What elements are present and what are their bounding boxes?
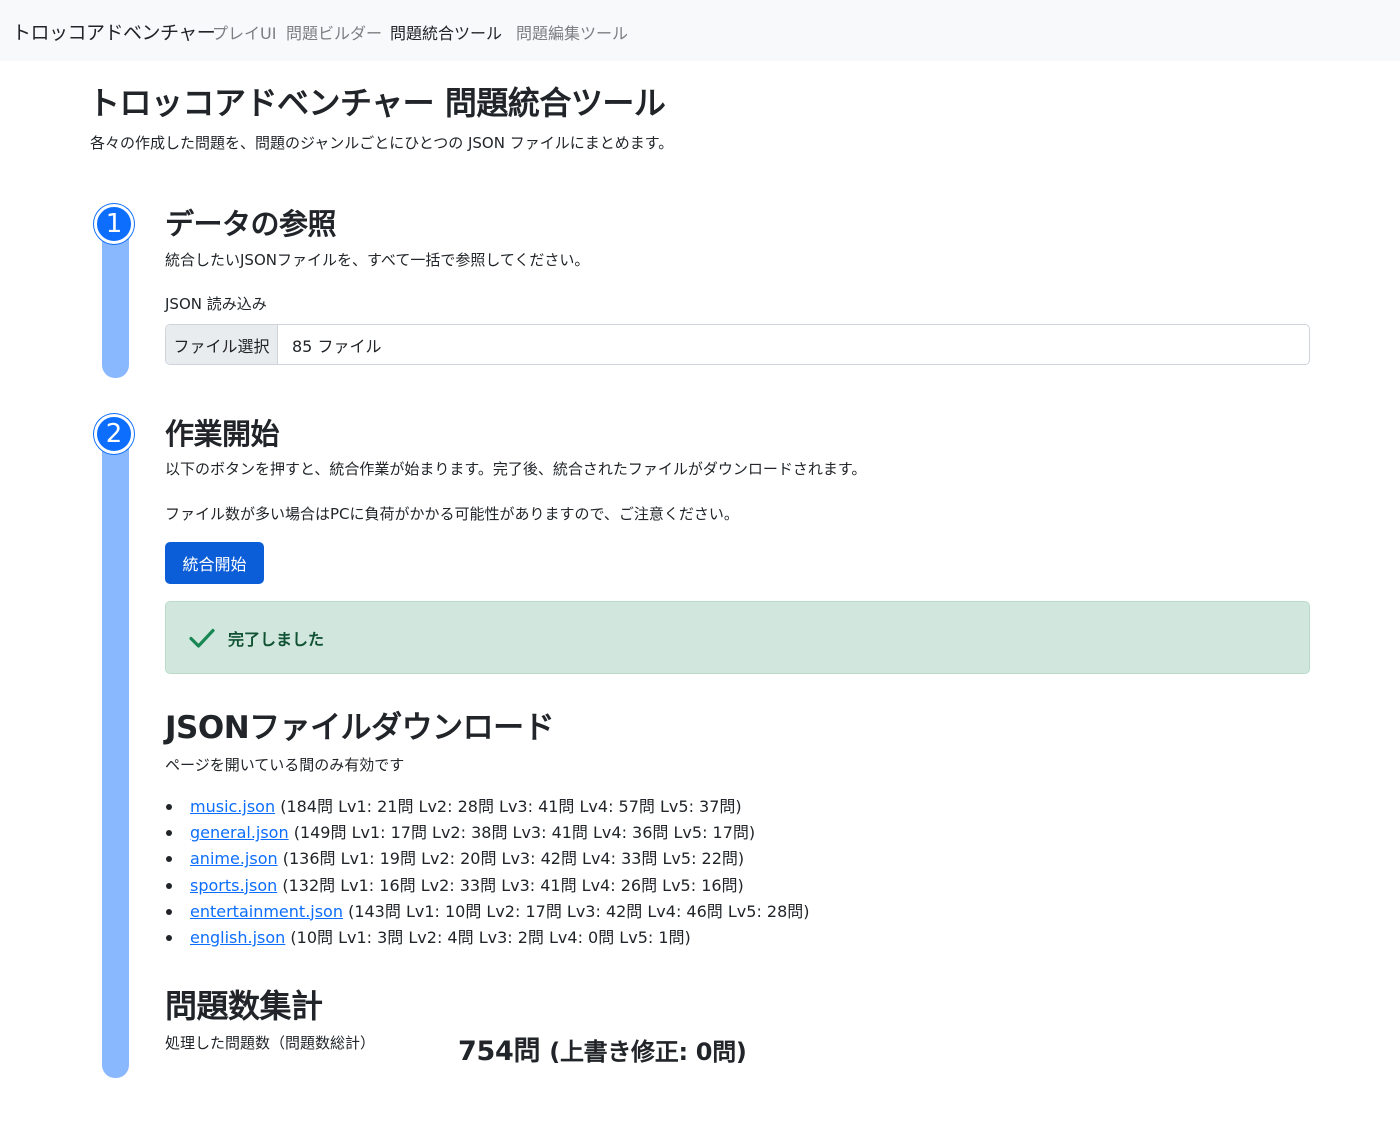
summary-label: 処理した問題数（問題数総計） <box>165 1034 376 1052</box>
success-alert-text: 完了しました <box>228 629 325 649</box>
download-title: JSONファイルダウンロード <box>165 710 555 746</box>
nav-link-merge-tool[interactable]: 問題統合ツール <box>390 20 502 44</box>
step2-title: 作業開始 <box>165 417 280 451</box>
file-detail: (132問 Lv1: 16問 Lv2: 33問 Lv3: 41問 Lv4: 26… <box>277 875 744 895</box>
list-item: general.json (149問 Lv1: 17問 Lv2: 38問 Lv3… <box>165 820 810 846</box>
download-list: music.json (184問 Lv1: 21問 Lv2: 28問 Lv3: … <box>165 794 810 951</box>
file-detail: (136問 Lv1: 19問 Lv2: 20問 Lv3: 42問 Lv4: 33… <box>277 849 745 869</box>
download-link-english[interactable]: english.json <box>190 928 285 947</box>
download-link-general[interactable]: general.json <box>190 823 289 842</box>
page-subtitle: 各々の作成した問題を、問題のジャンルごとにひとつの JSON ファイルにまとめま… <box>90 134 674 152</box>
navbar: トロッコアドベンチャー プレイUI 問題ビルダー 問題統合ツール 問題編集ツール <box>0 0 1400 61</box>
step1-title: データの参照 <box>165 207 337 241</box>
total-count: 754問 <box>458 1036 541 1067</box>
download-link-music[interactable]: music.json <box>190 797 275 816</box>
json-file-input[interactable]: ファイル選択 85 ファイル <box>165 324 1310 365</box>
file-detail: (149問 Lv1: 17問 Lv2: 38問 Lv3: 41問 Lv4: 36… <box>288 823 756 843</box>
start-merge-button[interactable]: 統合開始 <box>165 542 264 584</box>
step2-badge: 2 <box>94 414 134 454</box>
summary-title: 問題数集計 <box>165 987 323 1025</box>
download-link-sports[interactable]: sports.json <box>190 876 277 895</box>
overwrite-count: (上書き修正: 0問) <box>549 1038 747 1066</box>
page-title: トロッコアドベンチャー 問題統合ツール <box>88 84 666 122</box>
nav-link-edit-tool[interactable]: 問題編集ツール <box>516 20 628 44</box>
download-note: ページを開いている間のみ有効です <box>165 756 405 774</box>
step1-description: 統合したいJSONファイルを、すべて一括で参照してください。 <box>165 251 590 269</box>
download-link-entertainment[interactable]: entertainment.json <box>190 902 343 921</box>
file-detail: (10問 Lv1: 3問 Lv2: 4問 Lv3: 2問 Lv4: 0問 Lv5… <box>285 927 691 947</box>
list-item: music.json (184問 Lv1: 21問 Lv2: 28問 Lv3: … <box>165 794 810 820</box>
nav-link-play-ui[interactable]: プレイUI <box>212 20 276 44</box>
step2-warning: ファイル数が多い場合はPCに負荷がかかる可能性がありますので、ご注意ください。 <box>165 505 739 523</box>
file-detail: (184問 Lv1: 21問 Lv2: 28問 Lv3: 41問 Lv4: 57… <box>275 797 742 816</box>
file-detail: (143問 Lv1: 10問 Lv2: 17問 Lv3: 42問 Lv4: 46… <box>342 901 810 921</box>
json-input-label: JSON 読み込み <box>165 295 267 313</box>
step2-rail <box>102 435 129 1078</box>
nav-link-question-builder[interactable]: 問題ビルダー <box>286 20 382 44</box>
download-link-anime[interactable]: anime.json <box>190 849 278 868</box>
step1-rail <box>102 225 129 378</box>
success-alert: 完了しました <box>165 601 1310 674</box>
list-item: anime.json (136問 Lv1: 19問 Lv2: 20問 Lv3: … <box>165 846 810 872</box>
navbar-brand[interactable]: トロッコアドベンチャー <box>12 18 216 45</box>
step2-description: 以下のボタンを押すと、統合作業が始まります。完了後、統合されたファイルがダウンロ… <box>165 460 867 478</box>
list-item: sports.json (132問 Lv1: 16問 Lv2: 33問 Lv3:… <box>165 873 810 899</box>
list-item: english.json (10問 Lv1: 3問 Lv2: 4問 Lv3: 2… <box>165 925 810 951</box>
check-icon <box>189 628 215 648</box>
summary-total: 754問 (上書き修正: 0問) <box>458 1029 747 1068</box>
step1-badge: 1 <box>94 204 134 244</box>
list-item: entertainment.json (143問 Lv1: 10問 Lv2: 1… <box>165 899 810 925</box>
file-select-button[interactable]: ファイル選択 <box>166 325 278 364</box>
file-count-value: 85 ファイル <box>292 336 382 356</box>
